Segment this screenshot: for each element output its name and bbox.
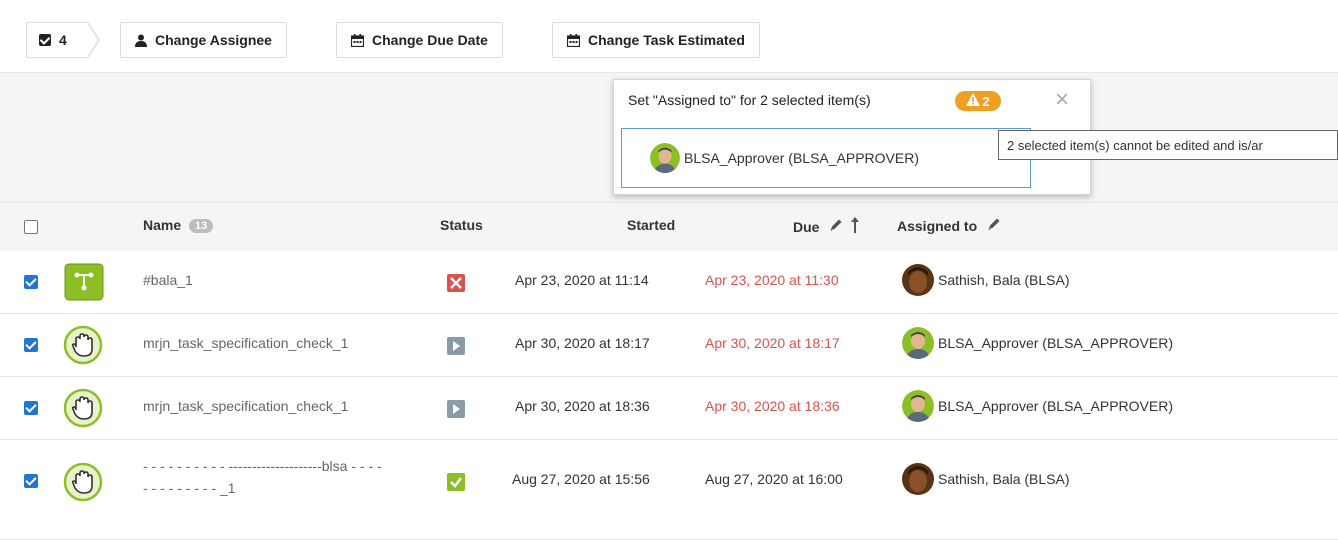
- bulk-action-toolbar: 4 Change Assignee Change Due Date Change…: [0, 0, 1338, 72]
- warning-icon: [966, 93, 981, 109]
- assignee-name: Sathish, Bala (BLSA): [938, 272, 1070, 288]
- due-date: Apr 23, 2020 at 11:30: [705, 272, 839, 288]
- selected-count: 4: [59, 32, 67, 48]
- change-due-date-label: Change Due Date: [372, 32, 488, 48]
- status-in-progress-icon: [447, 337, 465, 355]
- table-row[interactable]: mrjn_task_specification_check_1 Apr 30, …: [0, 377, 1338, 440]
- close-icon[interactable]: ×: [1055, 86, 1069, 114]
- assignee-name: Sathish, Bala (BLSA): [938, 471, 1070, 487]
- column-header-due-label: Due: [793, 218, 820, 235]
- task-name[interactable]: mrjn_task_specification_check_1: [143, 335, 348, 351]
- due-date: Apr 30, 2020 at 18:36: [705, 398, 840, 414]
- avatar: [650, 143, 680, 173]
- column-header-due[interactable]: Due: [793, 217, 860, 236]
- task-name[interactable]: mrjn_task_specification_check_1: [143, 398, 348, 414]
- calendar-icon: [567, 33, 580, 47]
- task-name[interactable]: - - - - - - - - - - --------------------…: [143, 458, 382, 474]
- assigned-to[interactable]: Sathish, Bala (BLSA): [902, 463, 1070, 495]
- due-date: Apr 30, 2020 at 18:17: [705, 335, 840, 351]
- workflow-icon: [63, 262, 104, 302]
- avatar: [902, 264, 934, 296]
- due-date: Aug 27, 2020 at 16:00: [705, 471, 843, 487]
- warning-badge[interactable]: 2: [955, 91, 1001, 111]
- change-assignee-label: Change Assignee: [155, 32, 272, 48]
- row-checkbox[interactable]: [24, 338, 38, 352]
- change-task-estimated-label: Change Task Estimated: [588, 32, 745, 48]
- started-date: Apr 30, 2020 at 18:17: [515, 335, 650, 351]
- avatar: [902, 463, 934, 495]
- started-date: Apr 30, 2020 at 18:36: [515, 398, 650, 414]
- row-checkbox[interactable]: [24, 474, 38, 488]
- table-row[interactable]: #bala_1 Apr 23, 2020 at 11:14 Apr 23, 20…: [0, 251, 1338, 314]
- task-name-line2[interactable]: - - - - - - - - - _1: [143, 480, 236, 496]
- assignee-name: BLSA_Approver (BLSA_APPROVER): [938, 335, 1173, 351]
- avatar: [902, 327, 934, 359]
- row-checkbox[interactable]: [24, 275, 38, 289]
- warning-count: 2: [982, 93, 990, 109]
- column-header-name-label: Name: [143, 217, 182, 233]
- pencil-icon[interactable]: [829, 218, 843, 235]
- selected-count-indicator[interactable]: 4: [26, 22, 88, 58]
- started-date: Apr 23, 2020 at 11:14: [515, 272, 649, 288]
- assigned-to[interactable]: BLSA_Approver (BLSA_APPROVER): [902, 390, 1173, 422]
- select-all-checkbox[interactable]: [24, 220, 38, 234]
- column-header-started[interactable]: Started: [627, 217, 675, 233]
- hand-icon: [63, 388, 103, 428]
- table-row[interactable]: mrjn_task_specification_check_1 Apr 30, …: [0, 314, 1338, 377]
- pencil-icon[interactable]: [987, 217, 1001, 234]
- status-completed-icon: [447, 473, 465, 491]
- user-icon: [135, 34, 147, 47]
- checkbox-checked-icon: [39, 34, 51, 46]
- assignee-select-field[interactable]: BLSA_Approver (BLSA_APPROVER): [621, 128, 1031, 188]
- hand-icon: [63, 325, 103, 365]
- column-header-name[interactable]: Name 13: [143, 217, 214, 233]
- task-name[interactable]: #bala_1: [143, 272, 193, 288]
- row-checkbox[interactable]: [24, 401, 38, 415]
- avatar: [902, 390, 934, 422]
- table-row[interactable]: - - - - - - - - - - --------------------…: [0, 440, 1338, 540]
- change-due-date-button[interactable]: Change Due Date: [336, 22, 503, 58]
- column-header-assigned-to[interactable]: Assigned to: [897, 217, 1001, 234]
- change-task-estimated-button[interactable]: Change Task Estimated: [552, 22, 760, 58]
- change-assignee-button[interactable]: Change Assignee: [120, 22, 287, 58]
- calendar-icon: [351, 33, 364, 47]
- popup-title: Set "Assigned to" for 2 selected item(s): [628, 92, 871, 108]
- selected-assignee: BLSA_Approver (BLSA_APPROVER): [684, 150, 919, 166]
- column-header-assigned-label: Assigned to: [897, 217, 978, 234]
- assignee-name: BLSA_Approver (BLSA_APPROVER): [938, 398, 1173, 414]
- assigned-to[interactable]: Sathish, Bala (BLSA): [902, 264, 1070, 296]
- started-date: Aug 27, 2020 at 15:56: [512, 471, 650, 487]
- assigned-to[interactable]: BLSA_Approver (BLSA_APPROVER): [902, 327, 1173, 359]
- sort-ascending-icon[interactable]: [851, 217, 860, 236]
- table-header: Name 13 Status Started Due Assigned to: [0, 202, 1338, 252]
- status-rejected-icon: [447, 274, 465, 292]
- name-count-badge: 13: [189, 219, 214, 233]
- column-header-status[interactable]: Status: [440, 217, 483, 233]
- hand-icon: [63, 462, 103, 502]
- warning-tooltip: 2 selected item(s) cannot be edited and …: [998, 130, 1338, 160]
- status-in-progress-icon: [447, 400, 465, 418]
